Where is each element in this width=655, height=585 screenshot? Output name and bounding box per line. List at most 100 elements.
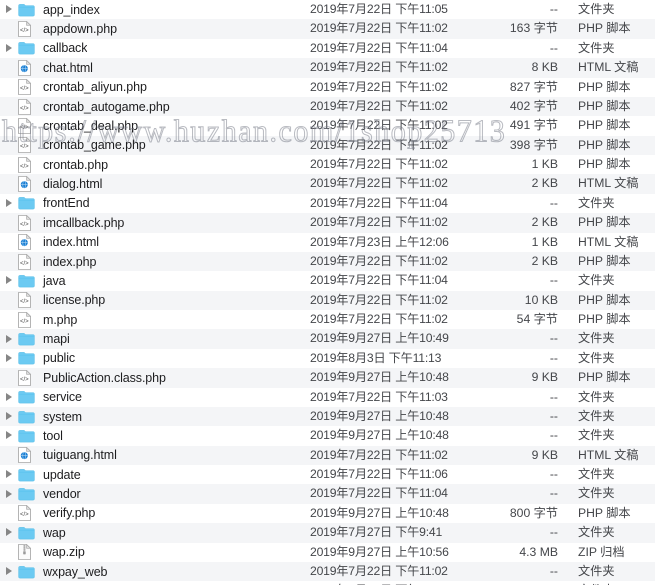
file-row[interactable]: </> crontab_game.php 2019年7月22日 下午11:02 398… xyxy=(0,135,655,155)
file-row[interactable]: java 2019年7月22日 下午11:04 -- 文件夹 xyxy=(0,271,655,291)
file-row[interactable]: wap.zip 2019年9月27日 上午10:56 4.3 MB ZIP 归档 xyxy=(0,542,655,562)
file-row[interactable]: mapi 2019年9月27日 上午10:49 -- 文件夹 xyxy=(0,329,655,349)
file-name[interactable]: system xyxy=(39,410,82,424)
disclosure-spacer xyxy=(0,368,18,387)
file-row[interactable]: </> m.php 2019年7月22日 下午11:02 54 字节 PHP 脚本 xyxy=(0,310,655,330)
file-row[interactable]: </> PublicAction.class.php 2019年9月27日 上午10… xyxy=(0,368,655,388)
file-kind: 文件夹 xyxy=(578,581,615,585)
file-row[interactable]: index.html 2019年7月23日 上午12:06 1 KB HTML 文稿 xyxy=(0,232,655,252)
file-size: 398 字节 xyxy=(509,137,558,152)
file-row[interactable]: wxpay_web 2019年7月22日 下午11:02 -- 文件夹 xyxy=(0,561,655,582)
folder-icon xyxy=(18,562,39,581)
file-row[interactable]: </> crontab_aliyun.php 2019年7月22日 下午11:02 8… xyxy=(0,77,655,97)
file-row[interactable]: tool 2019年9月27日 上午10:48 -- 文件夹 xyxy=(0,426,655,446)
disclosure-triangle-icon[interactable] xyxy=(0,330,18,349)
file-name[interactable]: public xyxy=(39,351,75,365)
file-row[interactable]: dialog.html 2019年7月22日 下午11:02 2 KB HTML 文稿 xyxy=(0,174,655,194)
file-kind: HTML 文稿 xyxy=(578,447,639,462)
file-name[interactable]: verify.php xyxy=(39,506,95,520)
file-date-modified: 2019年7月22日 下午11:02 xyxy=(310,292,448,307)
file-name[interactable]: dialog.html xyxy=(39,177,102,191)
file-row[interactable]: tuiguang.html 2019年7月22日 下午11:02 9 KB HTML … xyxy=(0,445,655,465)
file-name[interactable]: vendor xyxy=(39,487,81,501)
file-row[interactable]: </> verify.php 2019年9月27日 上午10:48 800 字节 PHP… xyxy=(0,503,655,524)
file-name[interactable]: wxpay_web xyxy=(39,565,107,579)
file-row[interactable]: callback 2019年7月22日 下午11:04 -- 文件夹 xyxy=(0,38,655,59)
file-row[interactable]: zf2019年7月25日 下午8:05--文件夹 xyxy=(0,581,655,585)
disclosure-triangle-icon[interactable] xyxy=(0,271,18,290)
file-row[interactable]: </> imcallback.php 2019年7月22日 下午11:02 2 KB P… xyxy=(0,213,655,233)
file-name[interactable]: java xyxy=(39,274,66,288)
php-file-icon-svg: </> xyxy=(18,137,31,154)
file-date-modified: 2019年7月22日 下午11:04 xyxy=(310,486,448,501)
html-file-icon-svg xyxy=(18,234,31,251)
disclosure-triangle-icon[interactable] xyxy=(0,581,18,585)
disclosure-triangle-icon[interactable] xyxy=(0,349,18,368)
html-file-icon xyxy=(18,446,39,465)
file-size: 4.3 MB xyxy=(519,544,558,559)
disclosure-triangle-icon[interactable] xyxy=(0,562,18,581)
php-file-icon-svg: </> xyxy=(18,79,31,96)
file-size: 54 字节 xyxy=(516,312,558,326)
file-row[interactable]: </> crontab_deal.php 2019年7月22日 下午11:02 491… xyxy=(0,116,655,136)
file-list-view[interactable]: app_index 2019年7月22日 下午11:05 -- 文件夹 </> appdo… xyxy=(0,0,655,585)
file-size: 2 KB xyxy=(531,253,558,268)
file-name[interactable]: crontab.php xyxy=(39,158,108,172)
file-row[interactable]: frontEnd 2019年7月22日 下午11:04 -- 文件夹 xyxy=(0,193,655,214)
disclosure-triangle-icon[interactable] xyxy=(0,523,18,542)
file-name[interactable]: tuiguang.html xyxy=(39,448,117,462)
file-name[interactable]: PublicAction.class.php xyxy=(39,371,166,385)
folder-icon xyxy=(18,39,39,58)
file-row[interactable]: vendor 2019年7月22日 下午11:04 -- 文件夹 xyxy=(0,484,655,504)
disclosure-triangle-icon[interactable] xyxy=(0,426,18,445)
file-name[interactable]: update xyxy=(39,468,81,482)
file-name[interactable]: tool xyxy=(39,429,63,443)
file-row[interactable]: </> crontab.php 2019年7月22日 下午11:02 1 KB PHP … xyxy=(0,155,655,175)
disclosure-triangle-icon[interactable] xyxy=(0,465,18,484)
file-name[interactable]: crontab_deal.php xyxy=(39,119,138,133)
php-file-icon-svg: </> xyxy=(18,292,31,309)
file-kind: 文件夹 xyxy=(578,408,615,423)
disclosure-triangle-icon[interactable] xyxy=(0,0,18,19)
disclosure-triangle-icon[interactable] xyxy=(0,407,18,426)
disclosure-triangle-icon[interactable] xyxy=(0,485,18,504)
folder-icon xyxy=(18,485,39,504)
folder-icon xyxy=(18,330,39,349)
folder-icon-svg xyxy=(18,3,35,17)
php-file-icon-svg: </> xyxy=(18,369,31,386)
file-row[interactable]: wap 2019年7月27日 下午9:41 -- 文件夹 xyxy=(0,523,655,543)
file-row[interactable]: chat.html 2019年7月22日 下午11:02 8 KB HTML 文稿 xyxy=(0,58,655,78)
file-name[interactable]: service xyxy=(39,390,82,404)
file-name[interactable]: imcallback.php xyxy=(39,216,124,230)
file-name[interactable]: index.php xyxy=(39,255,96,269)
html-file-icon xyxy=(18,233,39,252)
file-row[interactable]: </> crontab_autogame.php 2019年7月22日 下午11:0… xyxy=(0,96,655,117)
file-row[interactable]: </> license.php 2019年7月22日 下午11:02 10 KB PHP… xyxy=(0,290,655,310)
file-name[interactable]: crontab_game.php xyxy=(39,138,146,152)
disclosure-triangle-icon[interactable] xyxy=(0,39,18,58)
file-name[interactable]: wap.zip xyxy=(39,545,85,559)
file-name[interactable]: m.php xyxy=(39,313,77,327)
file-name[interactable]: mapi xyxy=(39,332,70,346)
file-name[interactable]: crontab_autogame.php xyxy=(39,100,170,114)
file-size: 800 字节 xyxy=(509,505,558,520)
file-date-modified: 2019年7月22日 下午11:02 xyxy=(310,447,448,462)
file-row[interactable]: service 2019年7月22日 下午11:03 -- 文件夹 xyxy=(0,387,655,407)
file-row[interactable]: public 2019年8月3日 下午11:13 -- 文件夹 xyxy=(0,348,655,369)
file-name[interactable]: index.html xyxy=(39,235,99,249)
disclosure-triangle-icon[interactable] xyxy=(0,388,18,407)
file-row[interactable]: </> appdown.php 2019年7月22日 下午11:02 163 字节 PH… xyxy=(0,19,655,39)
file-name[interactable]: callback xyxy=(39,41,87,55)
file-row[interactable]: system 2019年9月27日 上午10:48 -- 文件夹 xyxy=(0,406,655,427)
file-name[interactable]: app_index xyxy=(39,3,100,17)
disclosure-triangle-icon[interactable] xyxy=(0,194,18,213)
file-name[interactable]: chat.html xyxy=(39,61,93,75)
file-row[interactable]: app_index 2019年7月22日 下午11:05 -- 文件夹 xyxy=(0,0,655,20)
file-name[interactable]: appdown.php xyxy=(39,22,117,36)
file-row[interactable]: update 2019年7月22日 下午11:06 -- 文件夹 xyxy=(0,465,655,485)
file-row[interactable]: </> index.php 2019年7月22日 下午11:02 2 KB PHP 脚本 xyxy=(0,251,655,272)
file-name[interactable]: wap xyxy=(39,526,66,540)
file-name[interactable]: crontab_aliyun.php xyxy=(39,80,147,94)
file-name[interactable]: license.php xyxy=(39,293,105,307)
file-name[interactable]: frontEnd xyxy=(39,196,89,210)
